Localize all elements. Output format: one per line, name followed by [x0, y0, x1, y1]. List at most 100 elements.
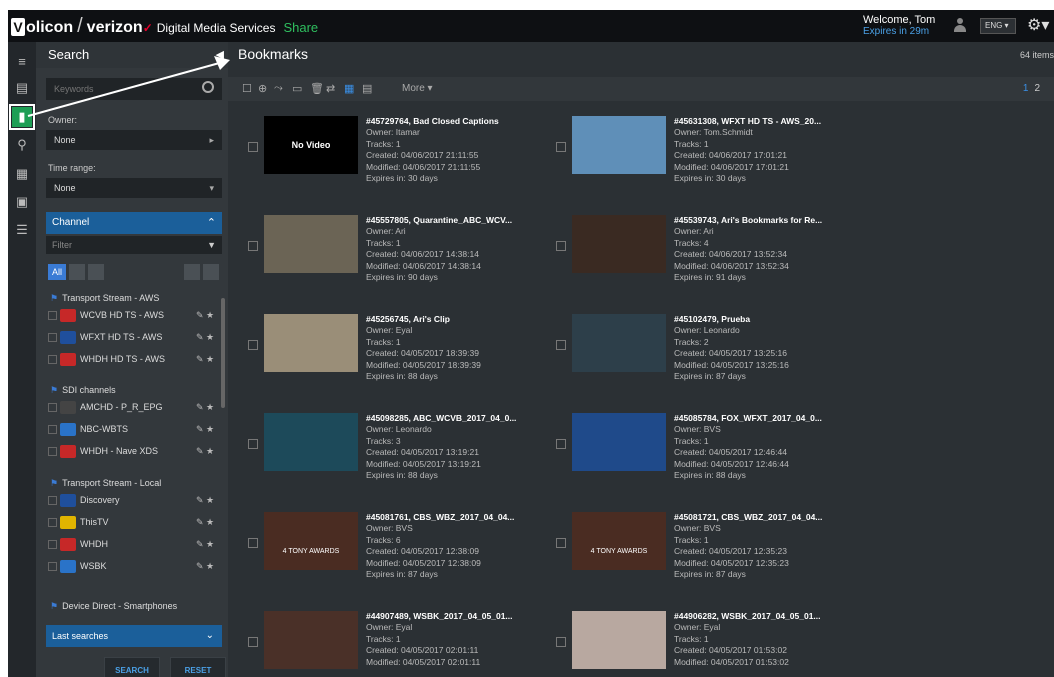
- clips-icon[interactable]: ▤: [12, 78, 32, 98]
- channel-checkbox[interactable]: [48, 333, 57, 342]
- language-select[interactable]: ENG ▾: [980, 18, 1016, 34]
- edit-favorite-icon[interactable]: ✎ ★: [196, 539, 214, 550]
- edit-favorite-icon[interactable]: ✎ ★: [196, 310, 214, 321]
- more-menu[interactable]: More ▾: [402, 83, 433, 94]
- check-filter-button[interactable]: [88, 264, 104, 280]
- edit-button[interactable]: [184, 264, 200, 280]
- keyword-input[interactable]: [46, 78, 222, 100]
- edit-favorite-icon[interactable]: ✎ ★: [196, 517, 214, 528]
- channel-group[interactable]: ⚑ SDI channels: [50, 385, 116, 396]
- bookmark-title[interactable]: #45539743, Ari's Bookmarks for Re...: [674, 215, 822, 226]
- film-icon[interactable]: ▭: [292, 82, 302, 95]
- channel-filter-input[interactable]: Filter ▼: [46, 236, 222, 254]
- bookmark-checkbox[interactable]: [248, 439, 258, 449]
- add-icon[interactable]: ⊕: [258, 82, 267, 95]
- bookmark-icon[interactable]: ▮: [9, 104, 35, 130]
- group-device-direct[interactable]: ⚑ Device Direct - Smartphones: [50, 601, 177, 612]
- bookmark-checkbox[interactable]: [556, 637, 566, 647]
- bookmark-thumbnail[interactable]: [264, 413, 358, 471]
- owner-select[interactable]: None ▸: [46, 130, 222, 150]
- channel-checkbox[interactable]: [48, 447, 57, 456]
- bookmark-card[interactable]: #45539743, Ari's Bookmarks for Re... Owne…: [548, 215, 848, 311]
- channel-section-header[interactable]: Channel ⌃: [46, 212, 222, 234]
- bookmark-thumbnail[interactable]: [572, 413, 666, 471]
- channel-row[interactable]: WCVB HD TS - AWS ✎ ★: [48, 307, 220, 325]
- bookmark-card[interactable]: 4 TONY AWARDS #45081721, CBS_WBZ_2017_04_…: [548, 512, 848, 608]
- edit-favorite-icon[interactable]: ✎ ★: [196, 332, 214, 343]
- channel-scrollbar[interactable]: [221, 298, 225, 408]
- favorites-filter-button[interactable]: [69, 264, 85, 280]
- bookmark-card[interactable]: #45098285, ABC_WCVB_2017_04_0... Owner: L…: [240, 413, 540, 509]
- channel-checkbox[interactable]: [48, 496, 57, 505]
- merge-icon[interactable]: ⤳: [274, 82, 283, 95]
- channel-checkbox[interactable]: [48, 518, 57, 527]
- bookmark-card[interactable]: No Video #45729764, Bad Closed Captions Ow…: [240, 116, 540, 212]
- bookmark-title[interactable]: #45729764, Bad Closed Captions: [366, 116, 499, 127]
- page-2[interactable]: 2: [1034, 83, 1040, 94]
- refresh-icon[interactable]: ⇄: [326, 82, 335, 95]
- channel-checkbox[interactable]: [48, 425, 57, 434]
- bookmark-checkbox[interactable]: [556, 439, 566, 449]
- channel-group[interactable]: ⚑ Transport Stream - AWS: [50, 293, 159, 304]
- bookmark-thumbnail[interactable]: No Video: [264, 116, 358, 174]
- search-icon[interactable]: [202, 81, 214, 93]
- bookmark-card[interactable]: #45102479, Prueba Owner: Leonardo Tracks: …: [548, 314, 848, 410]
- edit-favorite-icon[interactable]: ✎ ★: [196, 354, 214, 365]
- bookmark-card[interactable]: #45256745, Ari's Clip Owner: Eyal Tracks: …: [240, 314, 540, 410]
- bookmark-thumbnail[interactable]: [264, 611, 358, 669]
- bookmark-title[interactable]: #45631308, WFXT HD TS - AWS_20...: [674, 116, 821, 127]
- bookmark-card[interactable]: #45631308, WFXT HD TS - AWS_20... Owner: …: [548, 116, 848, 212]
- list-icon[interactable]: ☰: [12, 220, 32, 240]
- edit-favorite-icon[interactable]: ✎ ★: [196, 495, 214, 506]
- select-all-button[interactable]: All: [48, 264, 66, 280]
- channel-checkbox[interactable]: [48, 403, 57, 412]
- bookmark-checkbox[interactable]: [248, 538, 258, 548]
- bookmark-card[interactable]: #44906282, WSBK_2017_04_05_01... Owner: E…: [548, 611, 848, 677]
- bookmark-thumbnail[interactable]: [572, 215, 666, 273]
- bookmark-checkbox[interactable]: [556, 142, 566, 152]
- channel-row[interactable]: WFXT HD TS - AWS ✎ ★: [48, 329, 220, 347]
- page-1[interactable]: 1: [1023, 83, 1029, 94]
- monitor-icon[interactable]: ▣: [12, 192, 32, 212]
- calendar-icon[interactable]: ▦: [12, 164, 32, 184]
- bookmark-title[interactable]: #45081761, CBS_WBZ_2017_04_04...: [366, 512, 514, 523]
- channel-checkbox[interactable]: [48, 562, 57, 571]
- bookmark-title[interactable]: #45085784, FOX_WFXT_2017_04_0...: [674, 413, 822, 424]
- bookmark-thumbnail[interactable]: 4 TONY AWARDS: [572, 512, 666, 570]
- reset-button[interactable]: RESET: [170, 657, 226, 677]
- bookmark-thumbnail[interactable]: [572, 611, 666, 669]
- bookmark-checkbox[interactable]: [248, 637, 258, 647]
- grid-view-icon[interactable]: ▦: [344, 82, 354, 95]
- search-button[interactable]: SEARCH: [104, 657, 160, 677]
- share-label[interactable]: Share: [283, 20, 318, 35]
- time-range-select[interactable]: None ▾: [46, 178, 222, 198]
- bookmark-thumbnail[interactable]: [572, 314, 666, 372]
- channel-checkbox[interactable]: [48, 311, 57, 320]
- channel-row[interactable]: WHDH HD TS - AWS ✎ ★: [48, 351, 220, 369]
- edit-favorite-icon[interactable]: ✎ ★: [196, 446, 214, 457]
- bookmark-card[interactable]: 4 TONY AWARDS #45081761, CBS_WBZ_2017_04_…: [240, 512, 540, 608]
- menu-icon[interactable]: ≡: [12, 52, 32, 72]
- channel-row[interactable]: WSBK ✎ ★: [48, 558, 220, 576]
- edit-favorite-icon[interactable]: ✎ ★: [196, 402, 214, 413]
- channel-checkbox[interactable]: [48, 540, 57, 549]
- last-searches-header[interactable]: Last searches ⌄: [46, 625, 222, 647]
- bookmark-checkbox[interactable]: [556, 340, 566, 350]
- channel-group[interactable]: ⚑ Transport Stream - Local: [50, 478, 161, 489]
- settings-button[interactable]: [203, 264, 219, 280]
- channel-row[interactable]: ThisTV ✎ ★: [48, 514, 220, 532]
- bookmark-card[interactable]: #44907489, WSBK_2017_04_05_01... Owner: E…: [240, 611, 540, 677]
- bookmark-checkbox[interactable]: [556, 241, 566, 251]
- delete-icon[interactable]: 🗑: [310, 82, 324, 95]
- channel-row[interactable]: AMCHD - P_R_EPG ✎ ★: [48, 399, 220, 417]
- channel-row[interactable]: Discovery ✎ ★: [48, 492, 220, 510]
- bookmark-checkbox[interactable]: [248, 241, 258, 251]
- channel-row[interactable]: WHDH ✎ ★: [48, 536, 220, 554]
- channel-row[interactable]: WHDH - Nave XDS ✎ ★: [48, 443, 220, 461]
- search-icon[interactable]: ⚲: [12, 135, 32, 155]
- gear-icon[interactable]: ⚙▾: [1027, 15, 1049, 35]
- bookmark-card[interactable]: #45085784, FOX_WFXT_2017_04_0... Owner: B…: [548, 413, 848, 509]
- channel-checkbox[interactable]: [48, 355, 57, 364]
- bookmark-title[interactable]: #44906282, WSBK_2017_04_05_01...: [674, 611, 821, 622]
- bookmark-checkbox[interactable]: [556, 538, 566, 548]
